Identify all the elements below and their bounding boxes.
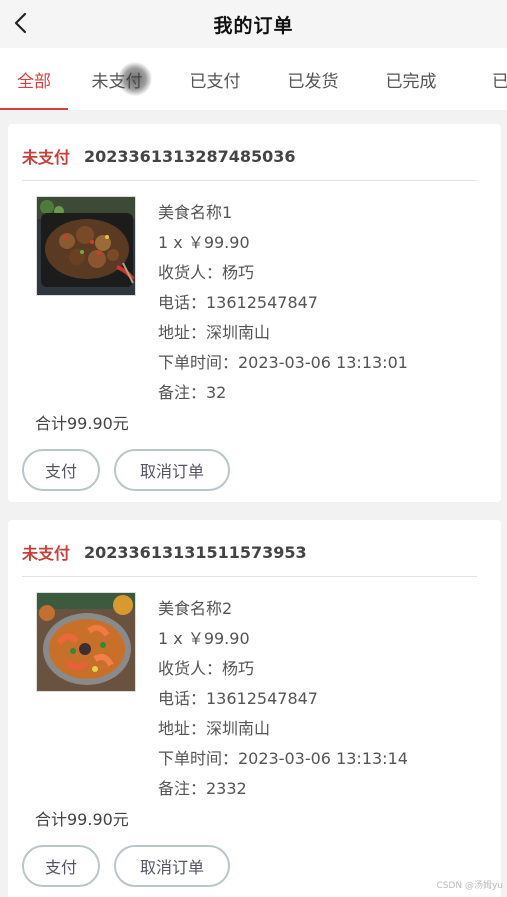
order-total: 合计99.90元: [35, 810, 129, 829]
tab-paid[interactable]: 已支付: [166, 48, 264, 110]
quantity-price: 1 x ￥99.90: [158, 629, 250, 648]
phone: 电话：13612547847: [158, 689, 318, 708]
order-header: 未支付 20233613131511573953: [22, 540, 307, 564]
cancel-order-button[interactable]: 取消订单: [114, 449, 230, 491]
tab-completed[interactable]: 已完成: [362, 48, 460, 110]
order-details: 美食名称2 1 x ￥99.90 收货人：杨巧 电话：13612547847 地…: [158, 594, 408, 804]
address: 地址：深圳南山: [158, 323, 271, 342]
order-card: 未支付 20233613131511573953 美食名称2 1 x ￥99.9…: [8, 520, 501, 897]
order-card: 未支付 2023361313287485036 美食名称1 1 x ￥99.90…: [8, 124, 501, 502]
food-name: 美食名称2: [158, 599, 233, 618]
order-status-tabs: 全部 未支付 已支付 已发货 已完成 已取: [0, 48, 507, 110]
food-name: 美食名称1: [158, 203, 233, 222]
order-total: 合计99.90元: [35, 414, 129, 433]
quantity-price: 1 x ￥99.90: [158, 233, 250, 252]
tab-unpaid[interactable]: 未支付: [68, 48, 166, 110]
divider: [22, 180, 477, 181]
order-time: 下单时间：2023-03-06 13:13:14: [158, 749, 408, 768]
food-thumbnail[interactable]: [36, 592, 136, 692]
address: 地址：深圳南山: [158, 719, 271, 738]
order-time: 下单时间：2023-03-06 13:13:01: [158, 353, 408, 372]
tab-cancelled[interactable]: 已取: [460, 48, 507, 110]
pay-button[interactable]: 支付: [22, 449, 100, 491]
chevron-left-icon: [14, 12, 27, 34]
order-details: 美食名称1 1 x ￥99.90 收货人：杨巧 电话：13612547847 地…: [158, 198, 408, 408]
phone: 电话：13612547847: [158, 293, 318, 312]
tab-shipped[interactable]: 已发货: [264, 48, 362, 110]
note: 备注：2332: [158, 779, 247, 798]
pay-button[interactable]: 支付: [22, 845, 100, 887]
receiver: 收货人：杨巧: [158, 659, 255, 678]
cancel-order-button[interactable]: 取消订单: [114, 845, 230, 887]
watermark: CSDN @汤姆yu: [436, 881, 503, 891]
tab-all[interactable]: 全部: [0, 48, 68, 110]
back-button[interactable]: [6, 8, 36, 38]
order-status: 未支付: [22, 148, 71, 167]
receiver: 收货人：杨巧: [158, 263, 255, 282]
order-status: 未支付: [22, 544, 71, 563]
top-bar: 我的订单: [0, 0, 507, 48]
food-thumbnail[interactable]: [36, 196, 136, 296]
order-header: 未支付 2023361313287485036: [22, 144, 296, 168]
note: 备注：32: [158, 383, 227, 402]
order-number: 2023361313287485036: [84, 146, 296, 166]
order-number: 20233613131511573953: [84, 542, 307, 562]
page-title: 我的订单: [213, 14, 294, 37]
divider: [22, 576, 477, 577]
